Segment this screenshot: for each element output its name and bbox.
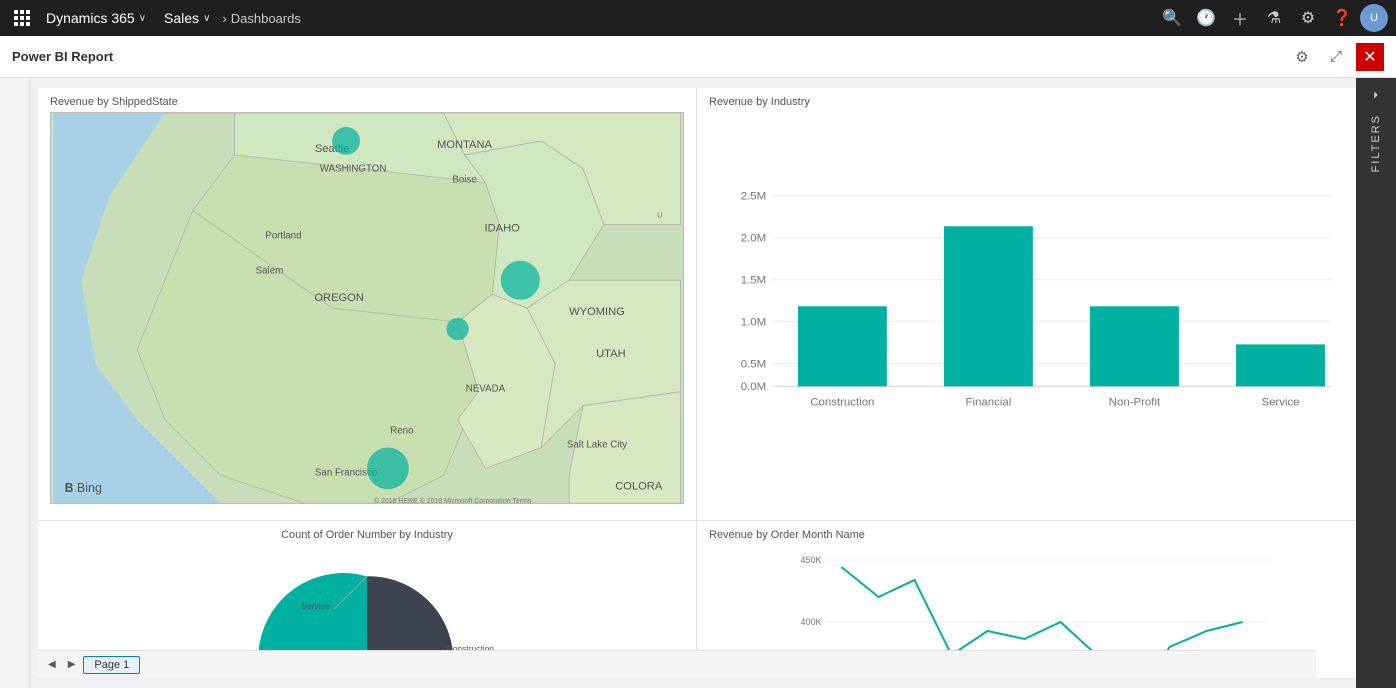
module-label[interactable]: Sales ∨: [156, 10, 218, 26]
svg-text:Service: Service: [1261, 396, 1299, 408]
page-navigation: ◀ ▶ Page 1: [38, 650, 1316, 678]
map-visual[interactable]: Seattle WASHINGTON Portland Salem OREGON…: [50, 112, 684, 504]
svg-text:Service: Service: [301, 601, 329, 611]
svg-text:Boise: Boise: [452, 175, 476, 186]
svg-text:MONTANA: MONTANA: [437, 139, 492, 151]
apps-icon[interactable]: [8, 4, 36, 32]
map-section: Revenue by ShippedState: [38, 88, 697, 521]
svg-text:NEVADA: NEVADA: [466, 384, 506, 395]
svg-text:Construction: Construction: [810, 396, 874, 408]
help-button[interactable]: ❓: [1326, 2, 1358, 34]
brand-label[interactable]: Dynamics 365 ∨: [40, 10, 152, 26]
map-chart-title: Revenue by ShippedState: [50, 96, 684, 108]
bar-chart-section: Revenue by Industry 2.5M 2.: [697, 88, 1356, 521]
page-title: Power BI Report: [12, 49, 113, 64]
breadcrumb: › Dashboards: [222, 11, 300, 26]
subheader-expand-icon[interactable]: ⤢: [1322, 43, 1350, 71]
svg-text:WASHINGTON: WASHINGTON: [320, 164, 387, 175]
page-next-button[interactable]: ▶: [64, 657, 80, 672]
svg-text:2.5M: 2.5M: [741, 191, 766, 203]
svg-text:Financial: Financial: [966, 396, 1012, 408]
svg-text:OREGON: OREGON: [314, 292, 363, 304]
svg-text:© 2018 HERE © 2018 Microsoft C: © 2018 HERE © 2018 Microsoft Corporation…: [374, 497, 532, 503]
page-tab-1[interactable]: Page 1: [83, 656, 140, 674]
settings-button[interactable]: ⚙: [1292, 2, 1324, 34]
left-sidebar: [0, 78, 30, 688]
close-button[interactable]: ✕: [1356, 43, 1384, 71]
subheader-settings-icon[interactable]: ⚙: [1288, 43, 1316, 71]
svg-text:Salt Lake City: Salt Lake City: [567, 439, 627, 450]
history-button[interactable]: 🕐: [1190, 2, 1222, 34]
svg-text:0.5M: 0.5M: [741, 358, 766, 370]
svg-text:1.0M: 1.0M: [741, 316, 766, 328]
pie-chart-title: Count of Order Number by Industry: [281, 529, 453, 541]
svg-text:450K: 450K: [800, 555, 821, 565]
report-grid: Revenue by ShippedState: [38, 88, 1356, 648]
add-button[interactable]: ＋: [1224, 2, 1256, 34]
svg-text:WYOMING: WYOMING: [569, 306, 625, 318]
svg-text:2.0M: 2.0M: [741, 233, 766, 245]
page-prev-button[interactable]: ◀: [44, 657, 60, 672]
bar-chart-title: Revenue by Industry: [709, 96, 1344, 108]
filters-panel: FILTERS: [1356, 78, 1396, 688]
module-chevron-icon: ∨: [203, 13, 210, 24]
svg-text:U: U: [657, 213, 662, 220]
topbar-actions: 🔍 🕐 ＋ ⚗ ⚙ ❓ U: [1156, 2, 1388, 34]
topbar: Dynamics 365 ∨ Sales ∨ › Dashboards 🔍 🕐 …: [0, 0, 1396, 36]
svg-text:Non-Profit: Non-Profit: [1109, 396, 1161, 408]
subheader-actions: ⚙ ⤢ ✕: [1288, 43, 1384, 71]
subheader: Power BI Report ⚙ ⤢ ✕: [0, 36, 1396, 78]
svg-text:Salem: Salem: [256, 265, 284, 276]
svg-text:0.0M: 0.0M: [741, 381, 766, 393]
svg-text:IDAHO: IDAHO: [485, 222, 521, 234]
search-button[interactable]: 🔍: [1156, 2, 1188, 34]
breadcrumb-arrow-icon: ›: [222, 11, 226, 26]
map-svg: Seattle WASHINGTON Portland Salem OREGON…: [51, 113, 683, 503]
svg-text:400K: 400K: [800, 617, 821, 627]
line-chart-title: Revenue by Order Month Name: [709, 529, 1344, 541]
filters-chevron-button[interactable]: [1356, 78, 1396, 108]
main-area: Revenue by ShippedState: [0, 78, 1396, 688]
content-area: Revenue by ShippedState: [30, 78, 1396, 688]
bar-chart-svg: 2.5M 2.0M 1.5M 1.0M 0.5M 0.0M Constructi…: [709, 112, 1344, 508]
svg-text:UTAH: UTAH: [596, 348, 625, 360]
brand-chevron-icon: ∨: [139, 13, 146, 24]
report-container: Revenue by ShippedState: [38, 88, 1356, 678]
user-avatar[interactable]: U: [1360, 4, 1388, 32]
svg-text:Portland: Portland: [265, 230, 301, 241]
svg-text:COLORA: COLORA: [615, 480, 663, 492]
filters-label: FILTERS: [1370, 108, 1382, 178]
svg-text:Reno: Reno: [390, 426, 414, 437]
svg-text:1.5M: 1.5M: [741, 274, 766, 286]
svg-text:𝐁 Bing: 𝐁 Bing: [65, 481, 102, 495]
filter-button[interactable]: ⚗: [1258, 2, 1290, 34]
